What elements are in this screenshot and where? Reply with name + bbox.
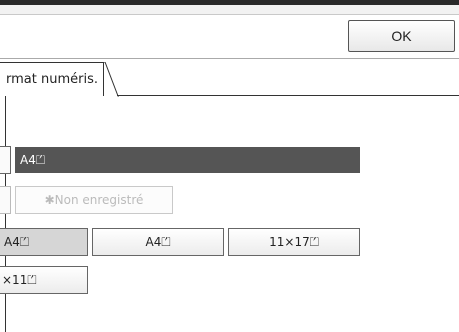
- preset-unregistered-button: ✱Non enregistré: [15, 186, 173, 214]
- tab-label: rmat numéris.: [6, 72, 98, 87]
- tab-underline: [117, 95, 459, 96]
- header-separator: [0, 58, 459, 59]
- ok-button[interactable]: OK: [348, 20, 455, 52]
- size-row-edge-button[interactable]: [0, 146, 11, 174]
- selected-size-display: A4⏍: [15, 147, 360, 173]
- top-strip: [0, 5, 459, 15]
- preset-edge-button: [0, 186, 11, 214]
- paper-8-5x11-button[interactable]: ×11⏍: [0, 266, 88, 294]
- paper-a4-landscape-button[interactable]: A4⏍: [92, 228, 224, 256]
- tab-scan-format[interactable]: rmat numéris.: [0, 62, 104, 96]
- tab-edge: [103, 62, 119, 97]
- panel-left-border: [5, 96, 6, 332]
- paper-a4-portrait-button[interactable]: A4⏍: [0, 228, 88, 256]
- paper-11x17-button[interactable]: 11×17⏍: [228, 228, 360, 256]
